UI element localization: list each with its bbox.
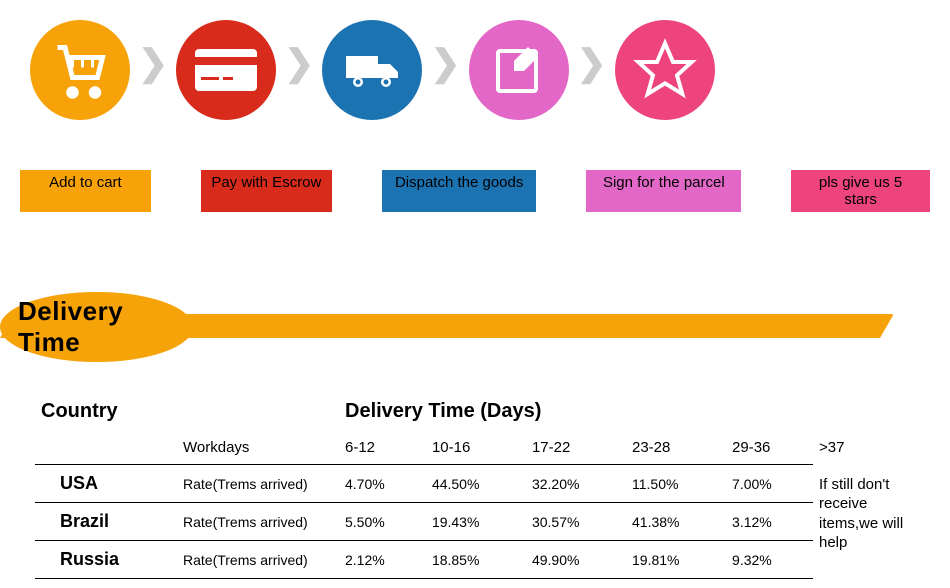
label-pay: Pay with Escrow (201, 170, 332, 212)
time-header: Delivery Time (Days) (339, 392, 813, 431)
cell: 41.38% (626, 503, 726, 541)
credit-card-icon (176, 20, 276, 120)
label-review: pls give us 5 stars (791, 170, 930, 212)
range-col: 23-28 (626, 431, 726, 465)
cell: 30.57% (526, 503, 626, 541)
chevron-icon: ❯ (430, 42, 460, 99)
country-cell: USA (35, 465, 177, 503)
workdays-row: Workdays 6-12 10-16 17-22 23-28 29-36 >3… (35, 431, 915, 465)
step-sign (469, 20, 569, 120)
cell: 4.70% (339, 465, 426, 503)
rate-label: Rate(Trems arrived) (177, 465, 339, 503)
sign-icon (469, 20, 569, 120)
delivery-time-banner: Delivery Time (0, 292, 950, 372)
cell: 5.50% (339, 503, 426, 541)
step-dispatch (322, 20, 422, 120)
step-add-to-cart (30, 20, 130, 120)
chevron-icon: ❯ (138, 42, 168, 99)
range-col: 17-22 (526, 431, 626, 465)
process-steps: ❯ ❯ ❯ ❯ (0, 0, 950, 120)
cart-icon (30, 20, 130, 120)
label-sign: Sign for the parcel (586, 170, 741, 212)
range-col: >37 (813, 431, 915, 465)
cell: 18.85% (426, 541, 526, 579)
range-col: 29-36 (726, 431, 813, 465)
country-cell: Russia (35, 541, 177, 579)
cell: 9.32% (726, 541, 813, 579)
table-row: Russia Rate(Trems arrived) 2.12% 18.85% … (35, 541, 915, 579)
table-row: USA Rate(Trems arrived) 4.70% 44.50% 32.… (35, 465, 915, 503)
truck-icon (322, 20, 422, 120)
country-cell: Brazil (35, 503, 177, 541)
cell: 44.50% (426, 465, 526, 503)
cell: 2.12% (339, 541, 426, 579)
chevron-icon: ❯ (577, 42, 607, 99)
cell: 19.81% (626, 541, 726, 579)
range-col: 10-16 (426, 431, 526, 465)
note-cell: If still don't receive items,we will hel… (813, 465, 915, 579)
table-row: Brazil Rate(Trems arrived) 5.50% 19.43% … (35, 503, 915, 541)
workdays-label: Workdays (177, 431, 339, 465)
cell: 32.20% (526, 465, 626, 503)
cell: 3.12% (726, 503, 813, 541)
range-col: 6-12 (339, 431, 426, 465)
step-pay (176, 20, 276, 120)
delivery-table: Country Delivery Time (Days) Workdays 6-… (35, 392, 915, 579)
cell: 11.50% (626, 465, 726, 503)
star-icon (615, 20, 715, 120)
delivery-time-title: Delivery Time (18, 296, 193, 358)
label-add-to-cart: Add to cart (20, 170, 151, 212)
country-header: Country (35, 392, 177, 431)
step-labels: Add to cart Pay with Escrow Dispatch the… (0, 120, 950, 232)
cell: 19.43% (426, 503, 526, 541)
rate-label: Rate(Trems arrived) (177, 503, 339, 541)
rate-label: Rate(Trems arrived) (177, 541, 339, 579)
cell: 49.90% (526, 541, 626, 579)
cell: 7.00% (726, 465, 813, 503)
chevron-icon: ❯ (284, 42, 314, 99)
label-dispatch: Dispatch the goods (382, 170, 537, 212)
step-review (615, 20, 715, 120)
